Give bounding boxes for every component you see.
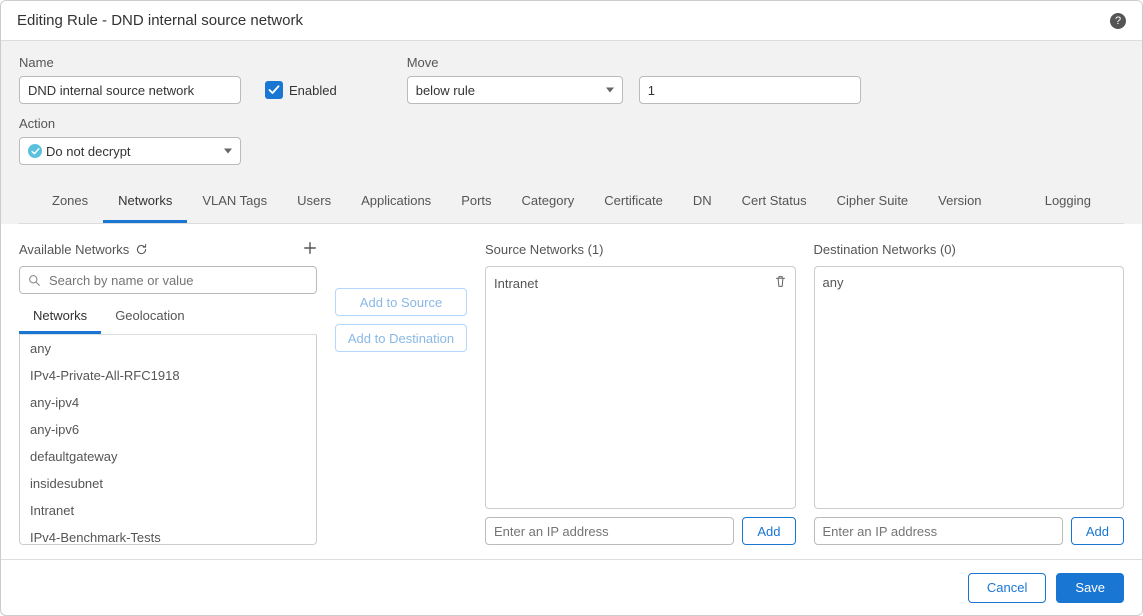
destination-networks-column: Destination Networks (0) any Add <box>814 238 1125 545</box>
add-to-destination-button[interactable]: Add to Destination <box>335 324 467 352</box>
tab-version[interactable]: Version <box>923 181 996 223</box>
list-item: any <box>823 273 1116 292</box>
name-label: Name <box>19 55 241 70</box>
chevron-down-icon <box>606 88 614 93</box>
move-number-input[interactable] <box>639 76 861 104</box>
list-item[interactable]: Intranet <box>20 497 316 524</box>
refresh-icon[interactable] <box>135 243 148 256</box>
list-item[interactable]: any-ipv4 <box>20 389 316 416</box>
rule-tabs: ZonesNetworksVLAN TagsUsersApplicationsP… <box>19 181 1124 224</box>
add-network-icon[interactable] <box>303 240 317 258</box>
source-networks-title: Source Networks (1) <box>485 242 603 257</box>
move-position-value: below rule <box>416 83 475 98</box>
cancel-button[interactable]: Cancel <box>968 573 1046 603</box>
tab-certificate[interactable]: Certificate <box>589 181 678 223</box>
action-label: Action <box>19 116 241 131</box>
tab-networks[interactable]: Networks <box>103 181 187 223</box>
tab-applications[interactable]: Applications <box>346 181 446 223</box>
destination-ip-input[interactable] <box>814 517 1063 545</box>
tab-cipher-suite[interactable]: Cipher Suite <box>822 181 924 223</box>
available-networks-column: Available Networks NetworksGeolocation a… <box>19 238 317 545</box>
dialog-footer: Cancel Save <box>1 559 1142 615</box>
name-input[interactable] <box>19 76 241 104</box>
destination-ip-add-button[interactable]: Add <box>1071 517 1124 545</box>
tab-users[interactable]: Users <box>282 181 346 223</box>
source-ip-input[interactable] <box>485 517 734 545</box>
search-icon <box>28 274 41 287</box>
action-select[interactable]: Do not decrypt <box>19 137 241 165</box>
rule-editor-dialog: Editing Rule - DND internal source netwo… <box>0 0 1143 616</box>
list-item[interactable]: any-ipv6 <box>20 416 316 443</box>
list-item[interactable]: defaultgateway <box>20 443 316 470</box>
destination-networks-title: Destination Networks (0) <box>814 242 956 257</box>
search-wrap <box>19 266 317 294</box>
add-to-source-button[interactable]: Add to Source <box>335 288 467 316</box>
list-item[interactable]: insidesubnet <box>20 470 316 497</box>
move-label: Move <box>407 55 861 70</box>
source-ip-add-button[interactable]: Add <box>742 517 795 545</box>
available-subtabs: NetworksGeolocation <box>19 300 317 335</box>
action-value: Do not decrypt <box>46 144 131 159</box>
form-area: Name Enabled Move below rule <box>1 41 1142 224</box>
save-button[interactable]: Save <box>1056 573 1124 603</box>
networks-panel: Available Networks NetworksGeolocation a… <box>1 224 1142 559</box>
source-networks-column: Source Networks (1) Intranet Add <box>485 238 796 545</box>
tab-logging[interactable]: Logging <box>1030 181 1106 223</box>
available-networks-title: Available Networks <box>19 242 129 257</box>
move-position-select[interactable]: below rule <box>407 76 623 104</box>
destination-networks-list[interactable]: any <box>814 266 1125 509</box>
tab-category[interactable]: Category <box>507 181 590 223</box>
dialog-header: Editing Rule - DND internal source netwo… <box>1 1 1142 41</box>
list-item[interactable]: Intranet <box>494 273 787 293</box>
source-networks-list[interactable]: Intranet <box>485 266 796 509</box>
trash-icon[interactable] <box>774 275 787 291</box>
list-item[interactable]: IPv4-Private-All-RFC1918 <box>20 362 316 389</box>
do-not-decrypt-icon <box>28 144 42 158</box>
dialog-title: Editing Rule - DND internal source netwo… <box>17 12 303 29</box>
network-search-input[interactable] <box>47 272 308 289</box>
enabled-checkbox[interactable] <box>265 81 283 99</box>
list-item-label: Intranet <box>494 276 538 291</box>
subtab-geolocation[interactable]: Geolocation <box>101 300 198 334</box>
transfer-buttons-column: Add to Source Add to Destination <box>335 238 467 545</box>
help-icon[interactable]: ? <box>1110 13 1126 29</box>
available-networks-list[interactable]: anyIPv4-Private-All-RFC1918any-ipv4any-i… <box>19 335 317 545</box>
tab-zones[interactable]: Zones <box>37 181 103 223</box>
enabled-label: Enabled <box>289 83 337 98</box>
tab-ports[interactable]: Ports <box>446 181 506 223</box>
list-item[interactable]: IPv4-Benchmark-Tests <box>20 524 316 545</box>
list-item-label: any <box>823 275 844 290</box>
list-item[interactable]: any <box>20 335 316 362</box>
tab-cert-status[interactable]: Cert Status <box>727 181 822 223</box>
tab-dn[interactable]: DN <box>678 181 727 223</box>
tab-vlan-tags[interactable]: VLAN Tags <box>187 181 282 223</box>
chevron-down-icon <box>224 149 232 154</box>
subtab-networks[interactable]: Networks <box>19 300 101 334</box>
